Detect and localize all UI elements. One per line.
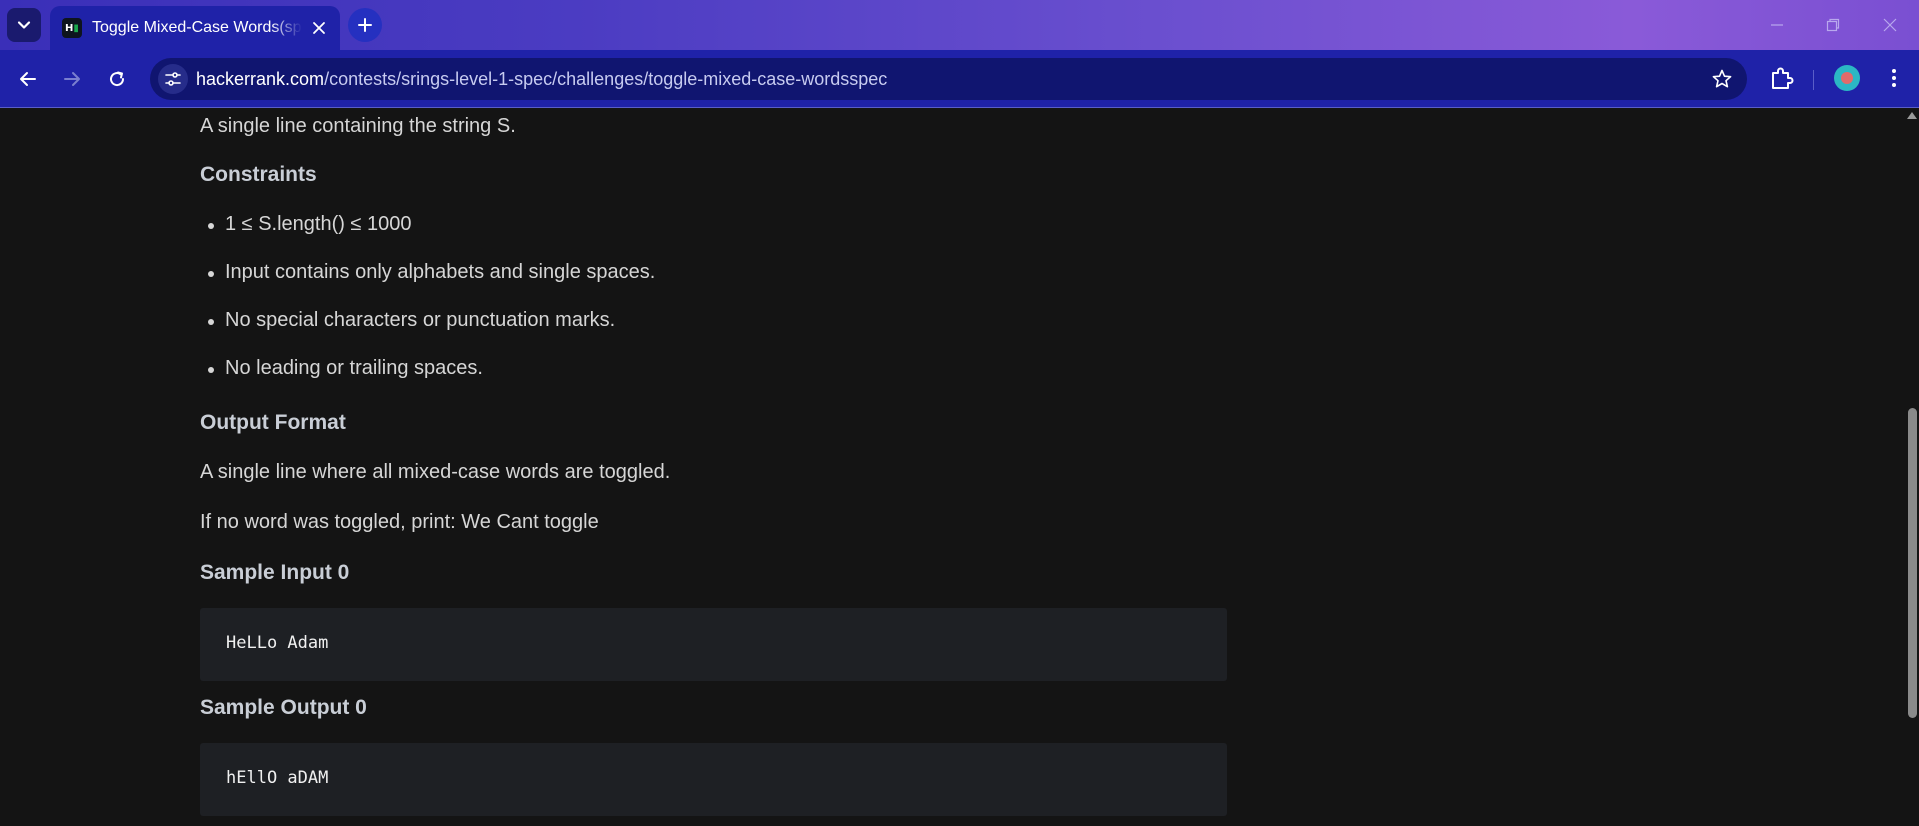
page-scrollbar[interactable] [1905,109,1919,826]
constraint-item: Input contains only alphabets and single… [207,261,656,283]
url-path: /contests/srings-level-1-spec/challenges… [324,69,888,89]
arrow-left-icon [20,72,36,86]
url-text[interactable]: hackerrank.com/contests/srings-level-1-s… [196,69,887,90]
hackerrank-favicon-icon: H ▮ [62,18,82,38]
output-format-heading: Output Format [200,411,346,434]
arrow-right-icon [64,72,80,86]
restore-icon [1826,18,1840,32]
avatar[interactable] [1834,65,1860,91]
address-bar[interactable]: hackerrank.com/contests/srings-level-1-s… [150,58,1747,100]
constraints-heading: Constraints [200,163,317,186]
tab-search-button[interactable] [7,8,41,42]
kebab-menu-icon[interactable] [1880,64,1908,92]
tab-active[interactable]: H ▮ Toggle Mixed-Case Words(spec) [50,6,340,50]
site-info-button[interactable] [158,64,188,94]
reload-icon [110,71,125,87]
close-icon [1883,18,1897,32]
reload-button[interactable] [103,65,131,93]
sample-output-heading: Sample Output 0 [200,696,367,719]
input-format-description: A single line containing the string S. [200,115,516,137]
constraint-item: 1 ≤ S.length() ≤ 1000 [208,213,412,235]
problem-statement: A single line containing the string S. C… [0,109,1905,826]
sample-input-block[interactable]: HeLLo Adam [200,608,1227,681]
minimize-button[interactable] [1766,14,1788,36]
scrollbar-thumb[interactable] [1908,408,1917,718]
puzzle-icon[interactable] [1767,64,1795,92]
constraint-item: No leading or trailing spaces. [208,357,483,379]
tune-icon [165,72,181,86]
minimize-icon [1771,24,1783,26]
constraint-item: No special characters or punctuation mar… [207,309,616,331]
browser-toolbar: hackerrank.com/contests/srings-level-1-s… [0,50,1919,108]
output-format-description: A single line where all mixed-case words… [200,461,671,483]
forward-button[interactable] [58,65,86,93]
plus-icon [358,18,372,32]
toolbar-divider [1813,70,1814,90]
sample-input-heading: Sample Input 0 [200,561,350,584]
restore-button[interactable] [1822,14,1844,36]
close-icon[interactable] [310,19,328,37]
tab-title: Toggle Mixed-Case Words(spec) [92,19,302,36]
star-icon[interactable] [1711,68,1733,90]
window-close-button[interactable] [1879,14,1901,36]
chevron-down-icon [17,21,31,29]
url-domain: hackerrank.com [196,69,325,89]
sample-output-code: hEllO aDAM [226,768,329,788]
sample-input-code: HeLLo Adam [226,633,329,653]
back-button[interactable] [14,65,42,93]
sample-output-block[interactable]: hEllO aDAM [200,743,1227,816]
scroll-up-arrow-icon[interactable] [1907,112,1917,119]
browser-title-bar: H ▮ Toggle Mixed-Case Words(spec) [0,0,1919,50]
new-tab-button[interactable] [348,8,382,42]
output-format-note: If no word was toggled, print: We Cant t… [200,511,599,533]
